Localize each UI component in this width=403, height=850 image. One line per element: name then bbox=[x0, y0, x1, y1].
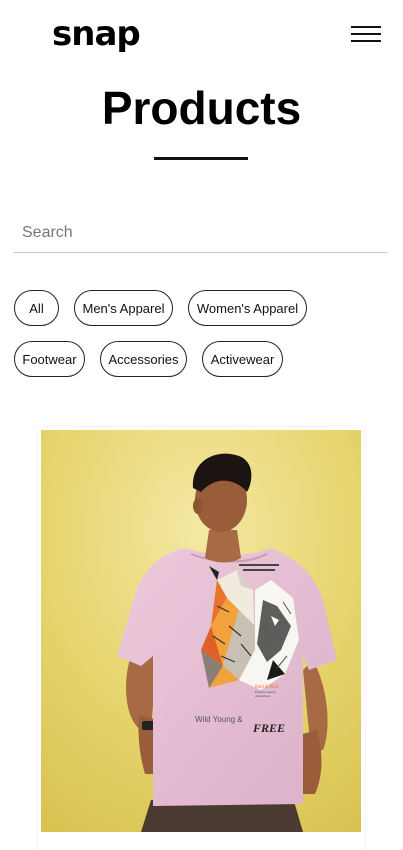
menu-line bbox=[351, 40, 381, 42]
title-underline bbox=[154, 157, 248, 160]
logo[interactable]: snap bbox=[52, 12, 141, 56]
filter-chip-all[interactable]: All bbox=[14, 290, 59, 326]
product-photo: Bold & Wild. Explore every adventure Wil… bbox=[41, 430, 361, 832]
search-input[interactable] bbox=[14, 214, 388, 253]
product-card[interactable]: Bold & Wild. Explore every adventure Wil… bbox=[38, 427, 364, 850]
product-image[interactable]: Bold & Wild. Explore every adventure Wil… bbox=[41, 430, 361, 832]
header: snap bbox=[0, 0, 403, 70]
menu-line bbox=[351, 33, 381, 35]
filter-chip-womens-apparel[interactable]: Women's Apparel bbox=[188, 290, 307, 326]
svg-text:FREE: FREE bbox=[252, 721, 285, 735]
filter-chip-activewear[interactable]: Activewear bbox=[202, 341, 283, 377]
svg-text:Wild Young &: Wild Young & bbox=[195, 715, 243, 724]
filter-chip-mens-apparel[interactable]: Men's Apparel bbox=[74, 290, 173, 326]
page-title: Products bbox=[101, 82, 302, 134]
menu-line bbox=[351, 26, 381, 28]
products-page: snap Products All Men's Apparel Women's … bbox=[0, 0, 403, 850]
filter-chip-footwear[interactable]: Footwear bbox=[14, 341, 85, 377]
svg-text:Bold & Wild.: Bold & Wild. bbox=[255, 684, 279, 689]
hamburger-menu-icon[interactable] bbox=[351, 24, 381, 44]
filter-chip-accessories[interactable]: Accessories bbox=[100, 341, 187, 377]
svg-text:adventure: adventure bbox=[255, 694, 271, 698]
